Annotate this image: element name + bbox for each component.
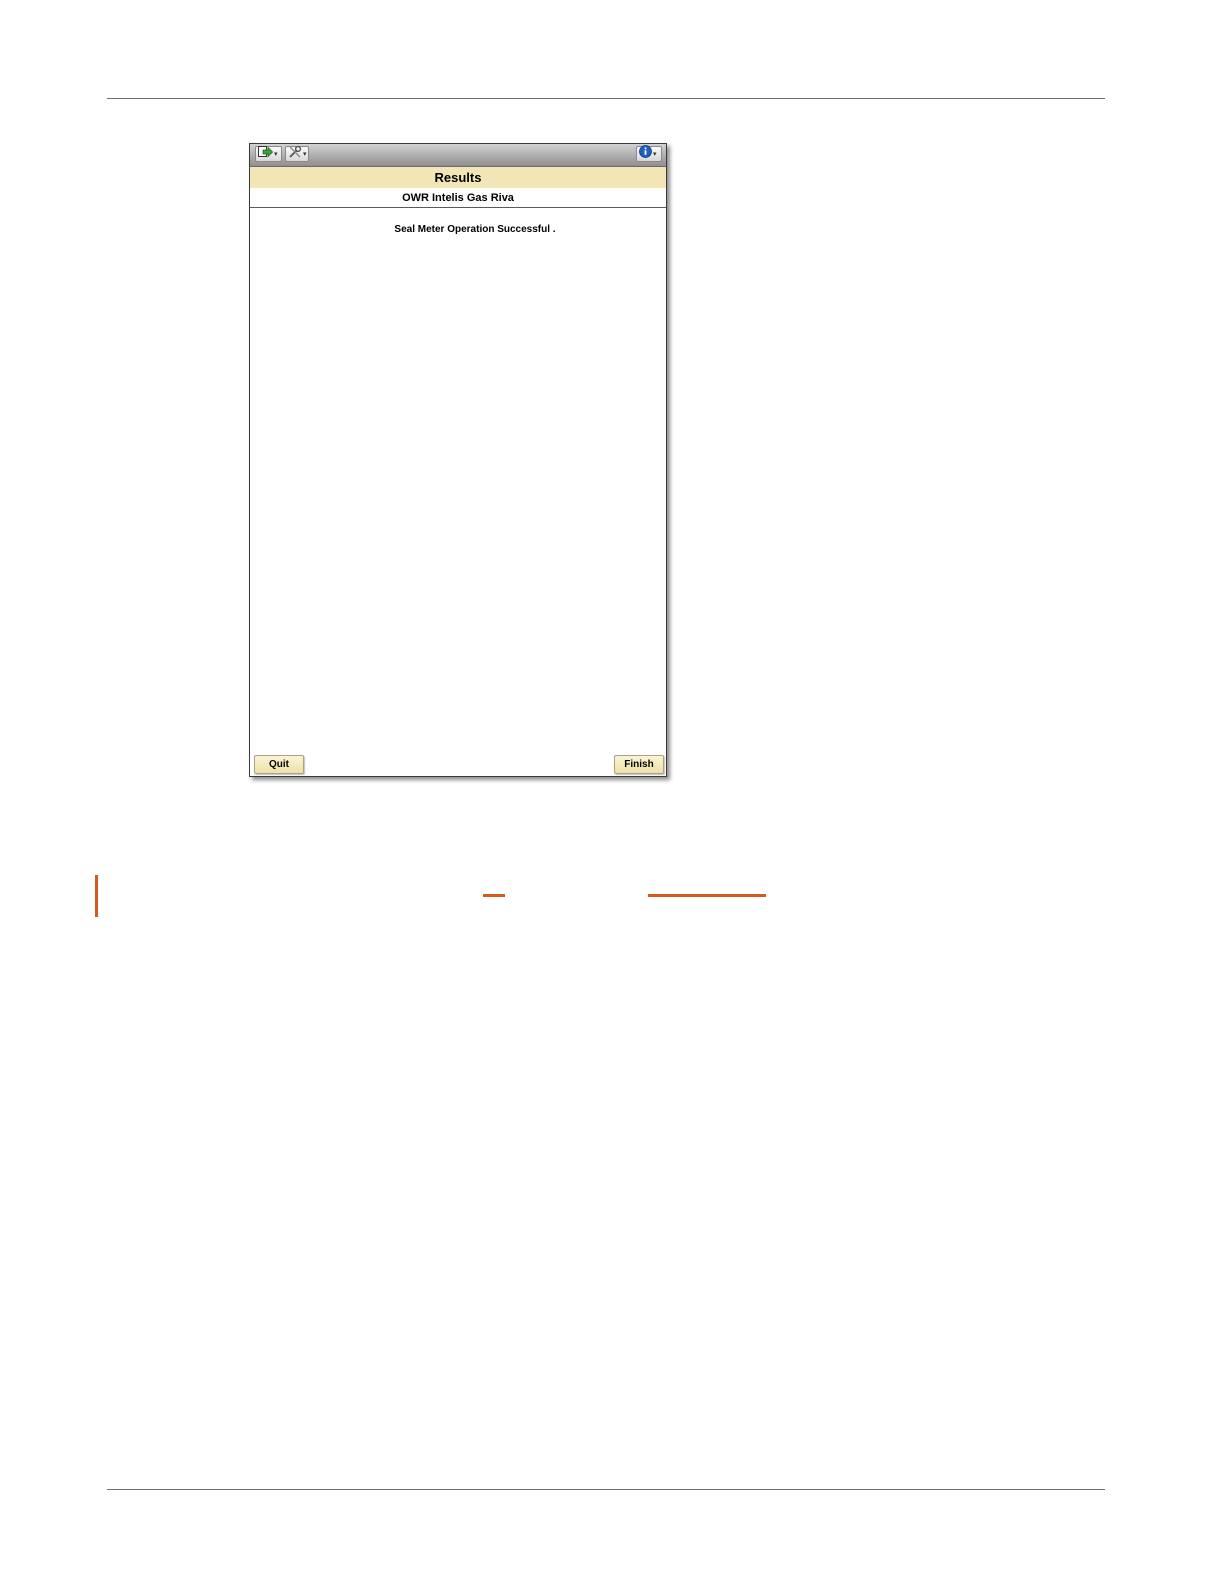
- exit-icon: [258, 145, 274, 163]
- info-menu-button[interactable]: ▾: [636, 145, 662, 163]
- chevron-down-icon: ▾: [303, 150, 307, 158]
- accent-bar: [95, 875, 98, 917]
- status-message: Seal Meter Operation Successful .: [394, 224, 556, 235]
- finish-button[interactable]: Finish: [614, 755, 664, 774]
- page-bottom-rule: [107, 1489, 1105, 1490]
- chevron-down-icon: ▾: [653, 150, 657, 158]
- toolbar: ▾ ▾ ▾: [250, 144, 666, 167]
- accent-line: [648, 894, 766, 897]
- page-title: Results: [434, 170, 482, 185]
- chevron-down-icon: ▾: [274, 150, 278, 158]
- tools-icon: [288, 145, 302, 163]
- exit-menu-button[interactable]: ▾: [255, 146, 282, 162]
- page-top-rule: [107, 98, 1105, 99]
- quit-button[interactable]: Quit: [254, 755, 304, 774]
- accent-line: [483, 894, 505, 897]
- tools-menu-button[interactable]: ▾: [285, 145, 309, 163]
- info-icon: [639, 145, 652, 163]
- meter-name: OWR Intelis Gas Riva: [250, 189, 666, 208]
- device-window: ▾ ▾ ▾ Results OWR Intelis Gas Riva Seal …: [249, 143, 667, 777]
- title-band: Results: [250, 167, 666, 188]
